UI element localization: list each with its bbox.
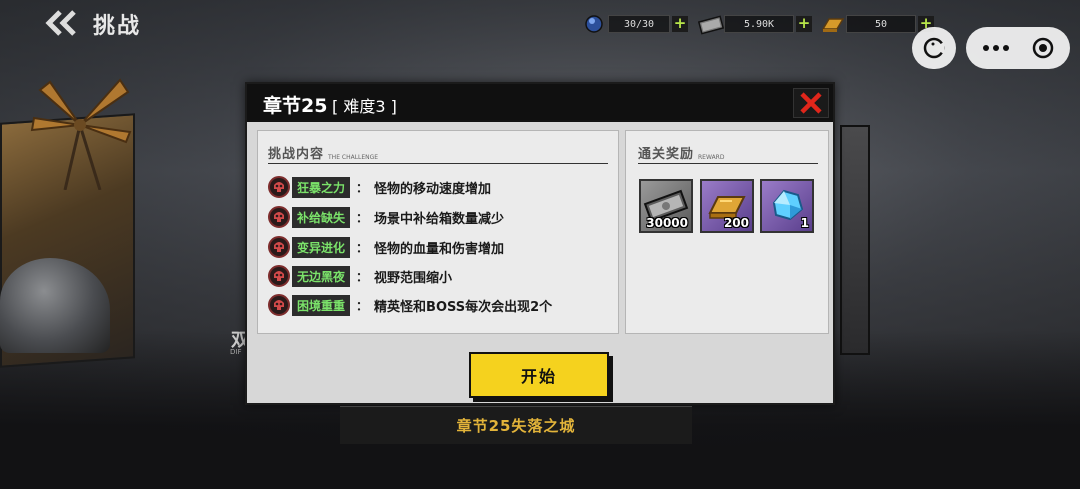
- chapter-name-banner: 章节25失落之城: [340, 406, 692, 444]
- cash-resource: 5.90K +: [698, 14, 812, 35]
- rule-colon: ：: [356, 298, 369, 313]
- skull-icon: [268, 294, 290, 316]
- difficulty-label: [ 难度3 ]: [332, 97, 397, 116]
- rule-row: 变异进化 ： 怪物的血量和伤害增加: [268, 236, 504, 258]
- energy-value: 30/30: [608, 15, 670, 33]
- rule-colon: ：: [356, 240, 369, 255]
- rule-colon: ：: [356, 180, 369, 195]
- start-button[interactable]: 开始: [469, 352, 609, 398]
- rule-colon: ：: [356, 269, 369, 284]
- gold-bar-icon: [821, 18, 845, 32]
- energy-orb-icon: [585, 15, 603, 33]
- start-button-label: 开始: [520, 367, 557, 386]
- skull-icon: [268, 176, 290, 198]
- rule-desc: 视野范围缩小: [374, 270, 453, 286]
- skull-icon: [268, 265, 290, 287]
- background-card-sublabel: DIF: [230, 348, 242, 356]
- reward-item-crystal[interactable]: 1: [760, 179, 814, 233]
- rule-desc: 怪物的移动速度增加: [374, 181, 492, 197]
- rule-desc: 怪物的血量和伤害增加: [374, 241, 505, 257]
- challenge-divider: [268, 163, 608, 164]
- pacman-icon: [923, 37, 945, 59]
- gold-value: 50: [846, 15, 916, 33]
- reward-count: 200: [723, 216, 749, 230]
- reward-heading-en: REWARD: [698, 154, 725, 161]
- windmill-icon: [30, 78, 132, 190]
- rule-row: 无边黑夜 ： 视野范围缩小: [268, 265, 452, 287]
- rule-tag: 无边黑夜: [292, 265, 351, 287]
- add-cash-button[interactable]: +: [796, 16, 812, 32]
- rule-desc: 场景中补给箱数量减少: [374, 211, 505, 227]
- challenge-heading: 挑战内容 THE CHALLENGE: [268, 143, 378, 162]
- energy-resource: 30/30 +: [582, 14, 688, 34]
- back-button[interactable]: [44, 10, 80, 36]
- close-button[interactable]: [793, 88, 829, 118]
- challenge-heading-text: 挑战内容: [268, 147, 325, 162]
- rule-tag: 补给缺失: [292, 206, 351, 228]
- close-icon: [800, 92, 822, 114]
- cash-value: 5.90K: [724, 15, 794, 33]
- reward-count: 1: [800, 216, 809, 230]
- rule-tag: 狂暴之力: [292, 176, 351, 198]
- reward-item-gold[interactable]: 200: [700, 179, 754, 233]
- cash-stack-icon: [698, 15, 724, 35]
- rule-desc: 精英怪和BOSS每次会出现2个: [374, 299, 553, 315]
- dialog-title: 章节25: [263, 95, 328, 117]
- rule-colon: ：: [356, 210, 369, 225]
- reward-count: 30000: [646, 216, 688, 230]
- rule-row: 困境重重 ： 精英怪和BOSS每次会出现2个: [268, 294, 552, 316]
- reward-heading: 通关奖励 REWARD: [638, 143, 724, 162]
- reward-heading-text: 通关奖励: [638, 147, 695, 162]
- skull-icon: [268, 206, 290, 228]
- chapter-name: 章节25失落之城: [456, 417, 576, 435]
- add-energy-button[interactable]: +: [672, 16, 688, 32]
- dialog-header: 章节25 [ 难度3 ]: [247, 84, 833, 122]
- skull-icon: [268, 236, 290, 258]
- background-next-card: [840, 125, 870, 355]
- reward-divider: [638, 163, 818, 164]
- rule-row: 补给缺失 ： 场景中补给箱数量减少: [268, 206, 504, 228]
- mini-program-capsule: [966, 27, 1070, 69]
- rule-tag: 变异进化: [292, 236, 351, 258]
- page-title: 挑战: [93, 14, 142, 39]
- challenge-heading-en: THE CHALLENGE: [328, 154, 379, 161]
- chapter-challenge-dialog: 章节25 [ 难度3 ] 挑战内容 THE CHALLENGE 狂暴之力 ： 怪…: [245, 82, 835, 405]
- rule-tag: 困境重重: [292, 294, 351, 316]
- mini-game-button[interactable]: [912, 27, 956, 69]
- rule-row: 狂暴之力 ： 怪物的移动速度增加: [268, 176, 491, 198]
- close-miniprogram-icon[interactable]: [1031, 36, 1055, 60]
- gold-resource: 50 +: [820, 14, 934, 34]
- reward-item-cash[interactable]: 30000: [639, 179, 693, 233]
- challenge-panel: 挑战内容 THE CHALLENGE 狂暴之力 ： 怪物的移动速度增加 补给缺失…: [257, 130, 619, 334]
- more-icon[interactable]: [981, 43, 1011, 53]
